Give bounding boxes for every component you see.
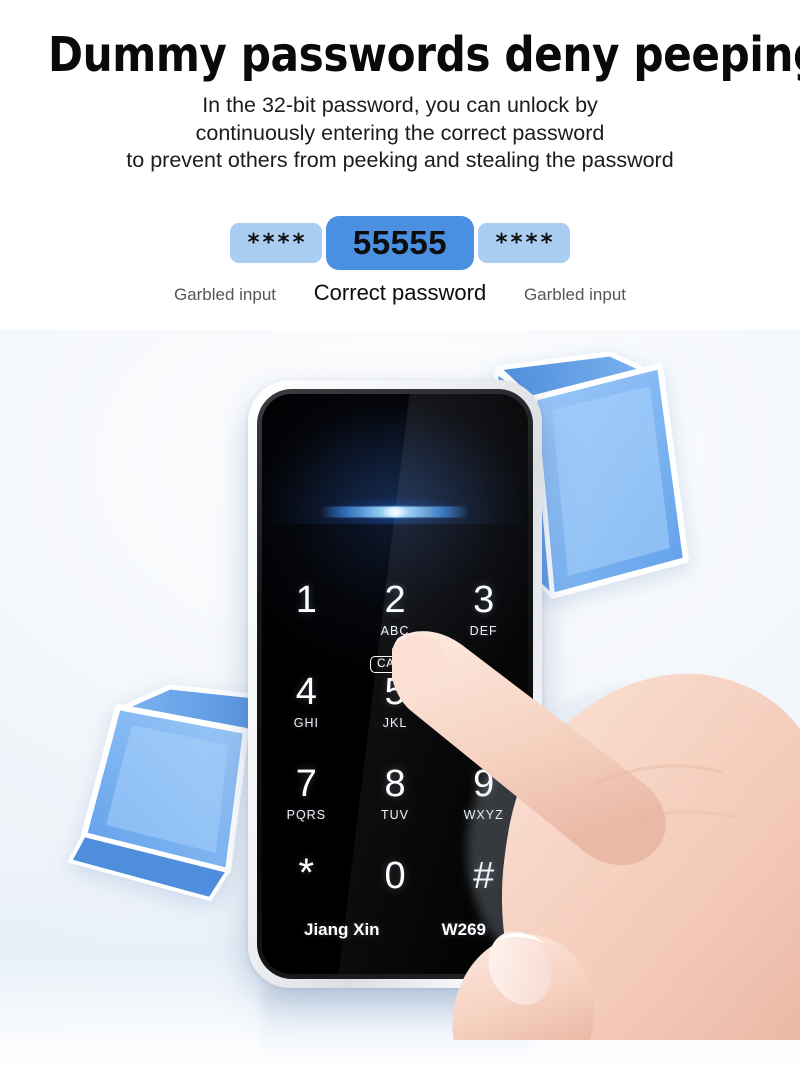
key-9-digit: 9 [473,763,495,805]
key-4[interactable]: 4 GHI [262,662,351,754]
device-reflection [262,990,528,1067]
key-5[interactable]: 5 JKL [351,662,440,754]
smart-lock-keypad-device[interactable]: 1 2 ABC 3 DEF 4 GHI 5 JKL 6 7 PQRS 8 TUV… [248,380,542,988]
key-9[interactable]: 9 WXYZ [439,754,528,846]
key-3[interactable]: 3 DEF [439,570,528,662]
poster-header: Dummy passwords deny peeping In the 32-b… [0,0,800,330]
key-5-letters: JKL [382,716,408,730]
key-2[interactable]: 2 ABC [351,570,440,662]
key-3-digit: 3 [473,579,495,621]
subtitle-block: In the 32-bit password, you can unlock b… [0,92,800,175]
device-brand-row: Jiang Xin W269 [262,920,528,940]
page-title: Dummy passwords deny peeping [48,27,800,83]
key-2-letters: ABC [380,624,410,638]
key-7-letters: PQRS [286,808,327,822]
key-8-digit: 8 [384,763,406,805]
caption-correct-password: Correct password [313,280,487,305]
keypad-row-1: 1 2 ABC 3 DEF [262,570,528,662]
key-4-digit: 4 [295,671,317,713]
key-0-digit: 0 [384,855,406,897]
product-poster: 1 2 ABC 3 DEF 4 GHI 5 JKL 6 7 PQRS 8 TUV… [0,0,800,1067]
key-8[interactable]: 8 TUV [351,754,440,846]
key-8-letters: TUV [381,808,409,822]
keypad-row-3: 7 PQRS 8 TUV 9 WXYZ [262,754,528,846]
led-bar [320,506,470,518]
led-indicator [290,490,500,534]
keypad[interactable]: 1 2 ABC 3 DEF 4 GHI 5 JKL 6 7 PQRS 8 TUV… [262,570,528,938]
key-6[interactable]: 6 [439,662,528,754]
subtitle-line-1: In the 32-bit password, you can unlock b… [202,93,598,117]
card-reader-badge[interactable]: CARD [370,656,420,673]
key-7-digit: 7 [295,763,317,805]
key-hash-digit: # [473,855,495,897]
subtitle-line-3: to prevent others from peeking and steal… [126,148,674,172]
key-7[interactable]: 7 PQRS [262,754,351,846]
key-1-digit: 1 [295,579,317,621]
knuckle-line-2 [603,810,739,834]
device-brand-name: Jiang Xin [304,920,380,939]
garbled-input-pill-right: **** [478,223,570,263]
key-4-letters: GHI [293,716,319,730]
password-sequence-row: **** 55555 **** [0,216,800,270]
correct-password-pill: 55555 [326,216,474,270]
knuckle-line-1 [591,764,723,788]
key-3-letters: DEF [469,624,498,638]
device-model-number: W269 [441,920,486,939]
key-9-letters: WXYZ [463,808,504,822]
panel-top-glow [262,394,528,524]
led-halo [290,490,500,534]
led-core-highlight [382,507,408,517]
caption-garbled-right: Garbled input [523,285,627,304]
key-6-digit: 6 [473,671,495,713]
subtitle-line-2: continuously entering the correct passwo… [195,120,605,145]
password-sequence-captions: Garbled input Correct password Garbled i… [0,280,800,306]
key-5-digit: 5 [384,671,406,713]
key-2-digit: 2 [384,579,406,621]
device-touch-panel[interactable]: 1 2 ABC 3 DEF 4 GHI 5 JKL 6 7 PQRS 8 TUV… [262,394,528,974]
key-star-digit: * [298,851,315,895]
garbled-input-pill-left: **** [230,223,322,263]
caption-garbled-left: Garbled input [173,285,277,304]
product-scene: 1 2 ABC 3 DEF 4 GHI 5 JKL 6 7 PQRS 8 TUV… [0,330,800,1067]
key-1[interactable]: 1 [262,570,351,662]
keypad-row-2: 4 GHI 5 JKL 6 [262,662,528,754]
